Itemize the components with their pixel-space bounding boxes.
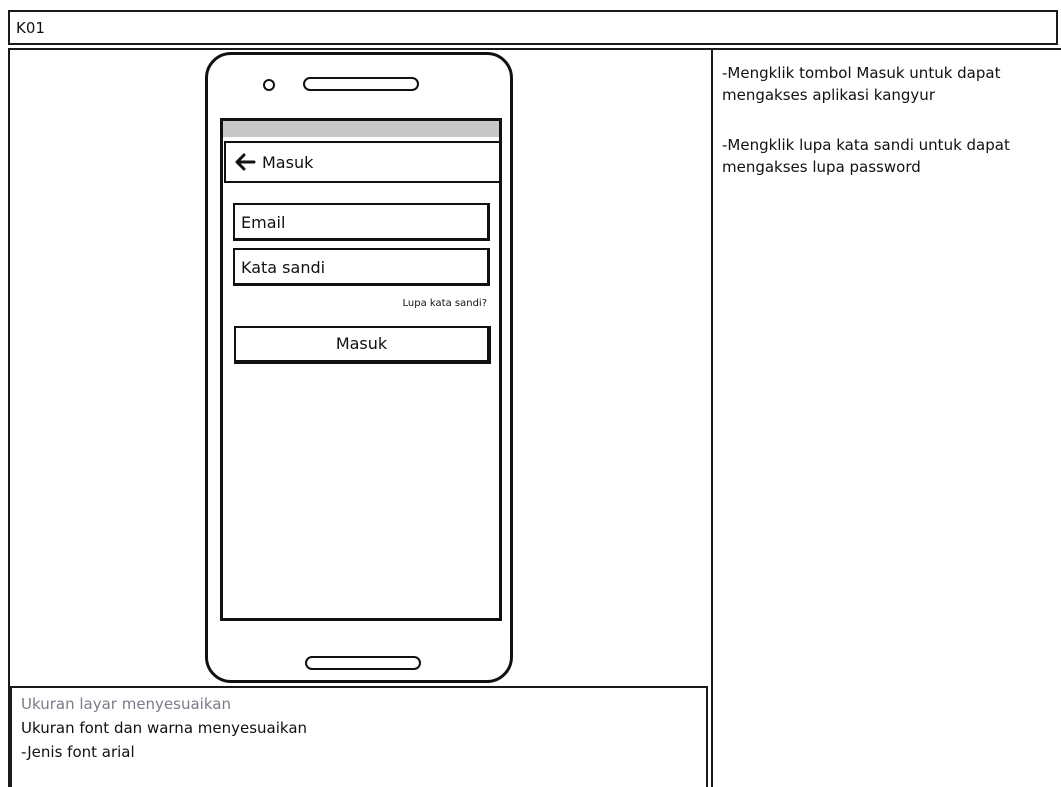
design-note-font-type: -Jenis font arial bbox=[21, 743, 135, 761]
title-bar: K01 bbox=[8, 10, 1058, 45]
design-notes: Ukuran layar menyesuaikan Ukuran font da… bbox=[10, 686, 708, 787]
forgot-password-link[interactable]: Lupa kata sandi? bbox=[403, 298, 487, 309]
note-forgot-password: -Mengklik lupa kata sandi untuk dapat me… bbox=[722, 136, 1010, 176]
phone-screen: Masuk Email Kata sandi Lupa kata sandi? … bbox=[220, 118, 502, 621]
phone-frame: Masuk Email Kata sandi Lupa kata sandi? … bbox=[205, 52, 513, 683]
design-note-screen-size: Ukuran layar menyesuaikan bbox=[21, 695, 231, 713]
password-field[interactable]: Kata sandi bbox=[233, 248, 490, 286]
notes-panel: -Mengklik tombol Masuk untuk dapat menga… bbox=[711, 48, 1061, 787]
password-placeholder: Kata sandi bbox=[241, 258, 326, 277]
camera-icon bbox=[263, 79, 275, 91]
speaker-icon bbox=[303, 77, 419, 91]
app-header: Masuk bbox=[224, 141, 501, 183]
login-button[interactable]: Masuk bbox=[234, 326, 491, 364]
page-title: K01 bbox=[16, 19, 45, 37]
app-header-title: Masuk bbox=[262, 153, 314, 172]
home-bar-icon bbox=[305, 656, 421, 670]
status-bar bbox=[223, 121, 499, 137]
note-login-button: -Mengklik tombol Masuk untuk dapat menga… bbox=[722, 64, 1001, 104]
design-note-font-color: Ukuran font dan warna menyesuaikan bbox=[21, 719, 308, 737]
email-placeholder: Email bbox=[241, 213, 286, 232]
email-field[interactable]: Email bbox=[233, 203, 490, 241]
arrow-left-icon[interactable] bbox=[234, 153, 256, 171]
